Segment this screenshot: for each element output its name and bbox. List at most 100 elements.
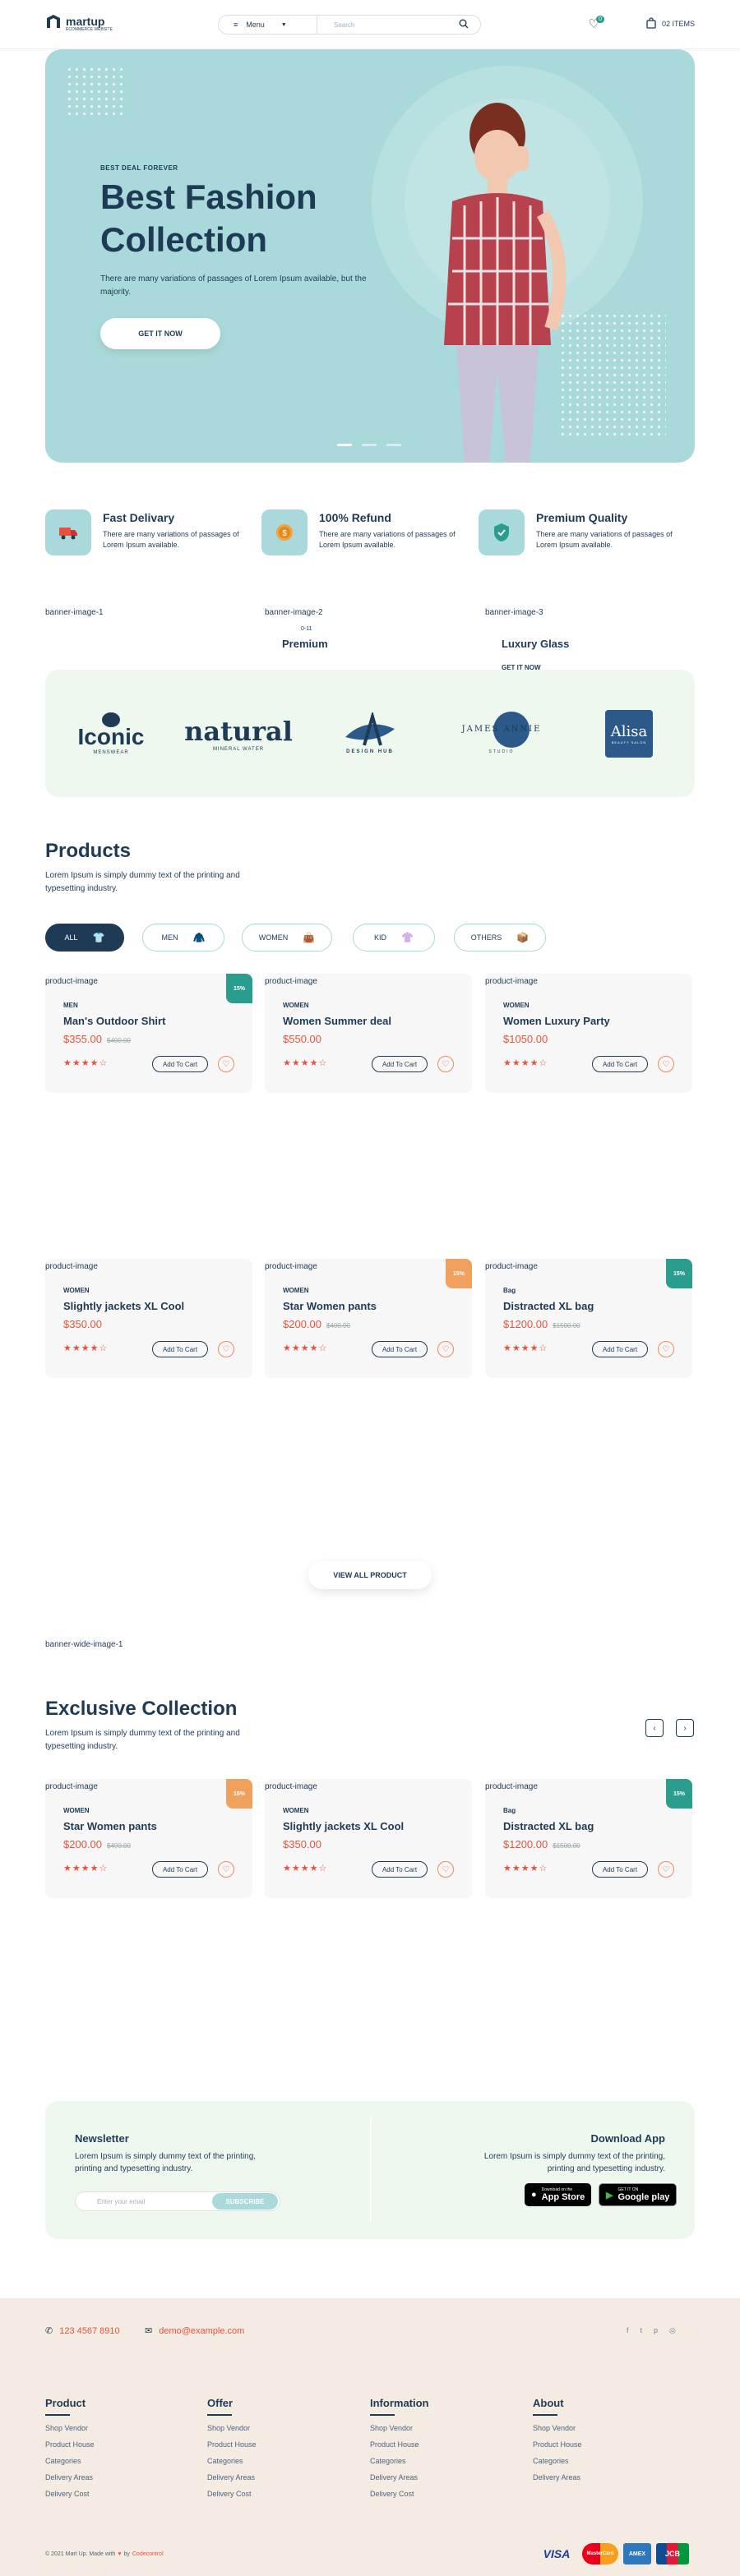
footer-link[interactable]: Shop Vendor xyxy=(533,2424,582,2432)
add-to-cart-button[interactable]: Add To Cart xyxy=(592,1861,648,1878)
logo[interactable]: martup ECOMMERCE WEBSITE xyxy=(45,13,113,35)
twitter-icon[interactable]: t xyxy=(641,2326,643,2335)
add-to-cart-button[interactable]: Add To Cart xyxy=(372,1341,428,1357)
brand-alisa[interactable]: Alisa BEAUTY SALON xyxy=(588,703,670,764)
product-card[interactable]: product-image 15% WOMEN Star Women pants… xyxy=(45,1779,252,1898)
add-to-cart-button[interactable]: Add To Cart xyxy=(372,1861,428,1878)
hero-cta-button[interactable]: GET IT NOW xyxy=(100,318,220,349)
heart-icon[interactable]: ♡ xyxy=(437,1861,454,1878)
coin-icon: $ xyxy=(261,509,308,555)
footer-link[interactable]: Delivery Areas xyxy=(370,2473,429,2482)
product-card[interactable]: product-image WOMEN Slightly jackets XL … xyxy=(45,1259,252,1378)
wishlist-button[interactable]: ♡0 xyxy=(589,16,604,31)
banner-image-3[interactable]: banner-image-3 xyxy=(485,608,543,617)
product-card[interactable]: product-image WOMEN Slightly jackets XL … xyxy=(265,1779,472,1898)
carousel-prev-button[interactable]: ‹ xyxy=(645,1719,664,1737)
heart-icon[interactable]: ♡ xyxy=(658,1861,674,1878)
product-name[interactable]: Star Women pants xyxy=(283,1300,377,1312)
product-name[interactable]: Star Women pants xyxy=(63,1820,157,1832)
footer-link[interactable]: Delivery Areas xyxy=(45,2473,95,2482)
pinterest-icon[interactable]: p xyxy=(654,2326,658,2335)
filter-women[interactable]: WOMEN 👜 xyxy=(242,924,332,952)
heart-icon[interactable]: ♡ xyxy=(218,1341,234,1357)
banner-image-2[interactable]: banner-image-2 xyxy=(265,608,323,617)
footer-link[interactable]: Shop Vendor xyxy=(45,2424,95,2432)
brand-iconic[interactable]: Iconic MENSWEAR xyxy=(62,703,160,764)
add-to-cart-button[interactable]: Add To Cart xyxy=(152,1341,208,1357)
product-name[interactable]: Distracted XL bag xyxy=(503,1300,594,1312)
footer-link[interactable]: Categories xyxy=(533,2457,582,2465)
footer-link[interactable]: Delivery Cost xyxy=(45,2490,95,2498)
footer-link[interactable]: Delivery Cost xyxy=(207,2490,257,2498)
subscribe-button[interactable]: SUBSCRIBE xyxy=(212,2193,278,2210)
product-card[interactable]: product-image 15% Bag Distracted XL bag … xyxy=(485,1779,692,1898)
product-name[interactable]: Man's Outdoor Shirt xyxy=(63,1015,165,1027)
slider-dot[interactable] xyxy=(362,444,377,446)
product-card[interactable]: product-image WOMEN Women Summer deal $5… xyxy=(265,974,472,1093)
product-card[interactable]: product-image WOMEN Women Luxury Party $… xyxy=(485,974,692,1093)
footer-link[interactable]: Product House xyxy=(45,2440,95,2449)
add-to-cart-button[interactable]: Add To Cart xyxy=(372,1056,428,1072)
facebook-icon[interactable]: f xyxy=(627,2326,629,2335)
heart-icon[interactable]: ♡ xyxy=(437,1056,454,1072)
footer-link[interactable]: Product House xyxy=(207,2440,257,2449)
menu-dropdown[interactable]: ≡ Menu ▼ xyxy=(219,16,317,34)
filter-men[interactable]: MEN 🧥 xyxy=(142,924,224,952)
filter-all[interactable]: ALL 👕 xyxy=(45,924,124,952)
footer-link[interactable]: Shop Vendor xyxy=(207,2424,257,2432)
footer-phone[interactable]: ✆ 123 4567 8910 xyxy=(45,2325,120,2337)
search-icon[interactable] xyxy=(447,19,480,31)
product-card[interactable]: product-image 15% WOMEN Star Women pants… xyxy=(265,1259,472,1378)
footer-link[interactable]: Delivery Areas xyxy=(533,2473,582,2482)
footer-link[interactable]: Categories xyxy=(370,2457,429,2465)
copyright-company[interactable]: Codecontrol xyxy=(132,2551,164,2557)
footer-column-title: Offer xyxy=(207,2397,234,2409)
carousel-next-button[interactable]: › xyxy=(676,1719,694,1737)
header-actions: ♡0 02 ITEMS xyxy=(589,16,695,31)
product-name[interactable]: Distracted XL bag xyxy=(503,1820,594,1832)
heart-icon[interactable]: ♡ xyxy=(658,1341,674,1357)
shirt-icon: 👕 xyxy=(92,932,105,943)
product-price: $1050.00 xyxy=(503,1033,548,1045)
heart-icon[interactable]: ♡ xyxy=(658,1056,674,1072)
product-price-row: $355.00 $400.00 xyxy=(63,1033,131,1045)
add-to-cart-button[interactable]: Add To Cart xyxy=(152,1056,208,1072)
footer-link[interactable]: Categories xyxy=(45,2457,95,2465)
brand-natural[interactable]: natural MINERAL WATER xyxy=(184,703,293,764)
footer-link[interactable]: Categories xyxy=(207,2457,257,2465)
heart-icon[interactable]: ♡ xyxy=(437,1341,454,1357)
filter-kid[interactable]: KID 👚 xyxy=(353,924,435,952)
footer-email[interactable]: ✉ demo@example.com xyxy=(145,2325,244,2337)
heart-icon[interactable]: ♡ xyxy=(218,1056,234,1072)
feature-text: There are many variations of passages of… xyxy=(536,530,673,549)
filter-others[interactable]: OTHERS 📦 xyxy=(454,924,546,952)
product-name[interactable]: Slightly jackets XL Cool xyxy=(63,1300,184,1312)
footer-link[interactable]: Delivery Areas xyxy=(207,2473,257,2482)
product-card[interactable]: product-image 15% Bag Distracted XL bag … xyxy=(485,1259,692,1378)
product-name[interactable]: Women Luxury Party xyxy=(503,1015,610,1027)
banner-wide-image[interactable]: banner-wide-image-1 xyxy=(45,1640,123,1649)
app-store-button[interactable]: ● Download on the App Store xyxy=(525,2183,592,2206)
footer-link[interactable]: Product House xyxy=(533,2440,582,2449)
add-to-cart-button[interactable]: Add To Cart xyxy=(152,1861,208,1878)
slider-dot-active[interactable] xyxy=(337,444,352,446)
rating-stars: ★★★★☆ xyxy=(283,1058,328,1068)
product-card[interactable]: product-image 15% MEN Man's Outdoor Shir… xyxy=(45,974,252,1093)
view-all-products-button[interactable]: VIEW ALL PRODUCT xyxy=(308,1561,432,1589)
add-to-cart-button[interactable]: Add To Cart xyxy=(592,1056,648,1072)
banner-image-1[interactable]: banner-image-1 xyxy=(45,608,104,617)
cart-button[interactable]: 02 ITEMS xyxy=(645,17,695,30)
slider-dot[interactable] xyxy=(386,444,401,446)
footer-link[interactable]: Product House xyxy=(370,2440,429,2449)
google-play-button[interactable]: ▶ GET IT ON Google play xyxy=(599,2183,678,2206)
instagram-icon[interactable]: ◎ xyxy=(669,2326,676,2335)
brand-design-hub[interactable]: DESIGN HUB xyxy=(325,703,415,764)
footer-link[interactable]: Shop Vendor xyxy=(370,2424,429,2432)
product-name[interactable]: Slightly jackets XL Cool xyxy=(283,1820,404,1832)
heart-icon[interactable]: ♡ xyxy=(218,1861,234,1878)
add-to-cart-button[interactable]: Add To Cart xyxy=(592,1341,648,1357)
footer-link[interactable]: Delivery Cost xyxy=(370,2490,429,2498)
search-input[interactable]: Search xyxy=(317,21,447,29)
brand-james-annie[interactable]: JAMES ANNIE STUDIO xyxy=(448,703,555,764)
product-name[interactable]: Women Summer deal xyxy=(283,1015,391,1027)
